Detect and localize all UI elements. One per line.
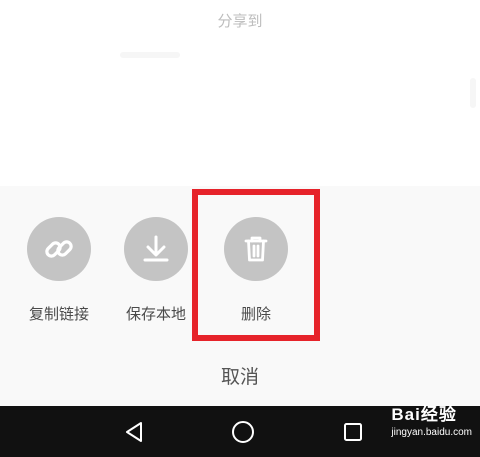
copy-link-label: 复制链接 bbox=[28, 305, 89, 323]
copy-link-button[interactable] bbox=[27, 217, 91, 281]
faint-share-target bbox=[470, 78, 476, 108]
home-circle-icon bbox=[232, 421, 254, 443]
watermark: Bai经验 jingyan.baidu.com bbox=[391, 400, 472, 438]
copy-link-action[interactable]: 复制链接 bbox=[14, 217, 104, 324]
cancel-button[interactable]: 取消 bbox=[0, 362, 480, 389]
recents-button[interactable] bbox=[340, 419, 366, 445]
back-button[interactable] bbox=[122, 419, 148, 445]
save-local-button[interactable] bbox=[124, 217, 188, 281]
share-targets-area bbox=[0, 38, 480, 186]
back-triangle-icon bbox=[126, 422, 142, 442]
sheet-title: 分享到 bbox=[217, 12, 263, 30]
save-local-action[interactable]: 保存本地 bbox=[111, 217, 201, 324]
watermark-logo: Bai经验 bbox=[391, 405, 457, 424]
highlight-box bbox=[192, 189, 320, 341]
home-button[interactable] bbox=[230, 419, 256, 445]
save-local-label: 保存本地 bbox=[125, 305, 186, 323]
download-icon bbox=[143, 235, 169, 262]
recents-square-icon bbox=[344, 423, 362, 441]
link-icon bbox=[45, 240, 73, 258]
watermark-url: jingyan.baidu.com bbox=[391, 427, 472, 438]
faint-share-target bbox=[120, 52, 180, 58]
